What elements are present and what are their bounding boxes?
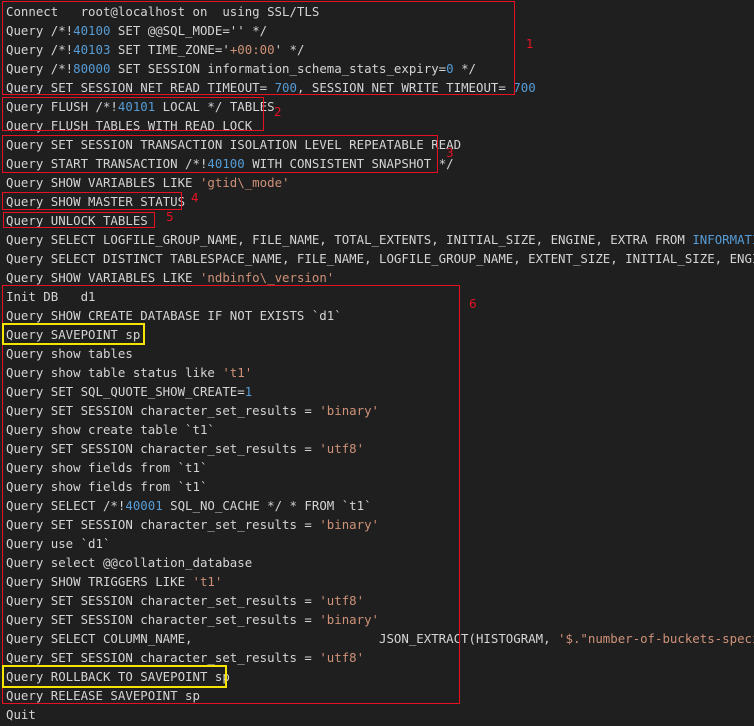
annotation-box-6 xyxy=(2,285,460,704)
annotation-label-5: 5 xyxy=(166,210,174,224)
annotation-box-3 xyxy=(2,135,438,173)
annotation-label-1: 1 xyxy=(526,37,534,51)
text-token: Query SHOW VARIABLES LIKE xyxy=(6,270,200,285)
annotation-box-1 xyxy=(2,1,515,95)
annotation-box-5 xyxy=(3,212,155,228)
log-line: Quit xyxy=(6,705,754,724)
annotation-box-4 xyxy=(2,192,182,210)
string-token: '$."number-of-buckets-specified"' xyxy=(558,631,754,646)
annotation-label-4: 4 xyxy=(191,191,199,205)
annotation-box-2 xyxy=(2,97,264,131)
log-line: Query SELECT DISTINCT TABLESPACE_NAME, F… xyxy=(6,249,754,268)
string-token: 'gtid\_mode' xyxy=(199,175,290,190)
text-token: Quit xyxy=(6,707,36,722)
text-token: Query SELECT LOGFILE_GROUP_NAME, FILE_NA… xyxy=(6,232,693,247)
log-line: Query SELECT LOGFILE_GROUP_NAME, FILE_NA… xyxy=(6,230,754,249)
string-token: 'ndbinfo\_version' xyxy=(199,270,335,285)
log-line: Query SHOW VARIABLES LIKE 'gtid\_mode' xyxy=(6,173,754,192)
annotation-label-3: 3 xyxy=(446,146,454,160)
text-token: Query SHOW VARIABLES LIKE xyxy=(6,175,200,190)
rollback-highlight xyxy=(2,665,227,688)
annotation-label-2: 2 xyxy=(274,105,282,119)
numeric-token: 700 xyxy=(513,80,536,95)
savepoint-highlight xyxy=(2,323,145,345)
text-token: Query SELECT DISTINCT TABLESPACE_NAME, F… xyxy=(6,251,754,266)
annotation-label-6: 6 xyxy=(469,297,477,311)
numeric-token: INFORMATION_SCH xyxy=(692,232,754,247)
